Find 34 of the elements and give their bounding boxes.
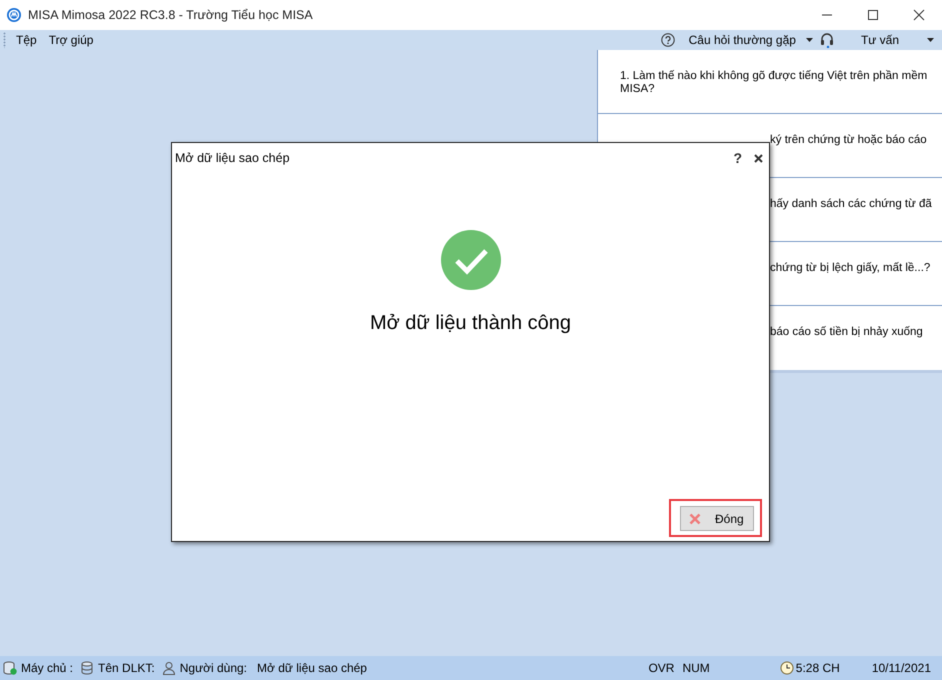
caret-icon [806,38,813,42]
clock-icon [780,661,794,675]
success-message: Mở dữ liệu thành công [370,312,572,335]
status-time: 5:28 CH [796,661,840,675]
faq-question[interactable]: chứng từ bị lệch giấy, mất lề...? [770,262,928,275]
faq-question[interactable]: báo cáo số tiền bị nhảy xuống [770,326,928,339]
headset-icon [818,32,835,48]
faq-dropdown[interactable]: Câu hỏi thường gặp [684,33,817,47]
close-icon [689,512,701,524]
help-button[interactable]: ? [733,150,742,166]
menu-item[interactable]: Trợ giúp [42,33,100,47]
caret-icon [927,38,934,42]
dialog-title: Mở dữ liệu sao chép [175,151,291,165]
status-date: 10/11/2021 [872,661,931,675]
server-icon [3,661,17,675]
support-dropdown[interactable]: Tư vấn [856,33,938,47]
num-lock-indicator: NUM [682,661,710,675]
success-check-icon [440,230,500,290]
close-icon[interactable] [754,154,763,162]
toolbar-grip [3,32,6,48]
overwrite-indicator: OVR [648,661,674,675]
app-logo-icon [7,8,21,22]
help-icon [660,33,675,47]
user-label: Người dùng: [180,661,248,675]
faq-question[interactable]: ký trên chứng từ hoặc báo cáo [770,134,928,147]
user-name: Mở dữ liệu sao chép [257,661,367,675]
close-button[interactable]: Đóng [680,506,754,531]
server-label: Máy chủ : [21,661,74,675]
window-title: MISA Mimosa 2022 RC3.8 - Trường Tiểu học MISA [28,8,313,22]
database-label: Tên DLKT: [98,661,155,675]
database-icon [80,661,94,675]
menu-item[interactable]: Tệp [10,33,43,47]
faq-question[interactable]: 1. Làm thế nào khi không gõ được tiếng Việt trên phần mềm MISA? [620,70,928,96]
user-icon [162,661,176,675]
